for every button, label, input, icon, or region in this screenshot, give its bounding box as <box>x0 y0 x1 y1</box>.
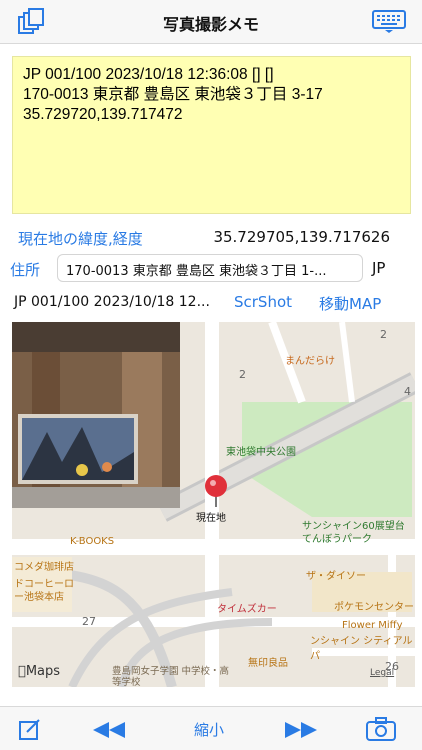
poi-park: 東池袋中央公園 <box>226 447 296 458</box>
compose-icon[interactable] <box>18 717 42 741</box>
poi-doutor: ドコーヒーロー池袋本店 <box>14 579 74 603</box>
poi-kbooks: K-BOOKS <box>70 536 115 547</box>
capture-info: JP 001/100 2023/10/18 12... <box>14 294 210 310</box>
map-number: 2 <box>380 328 387 341</box>
photo-image <box>12 322 180 508</box>
poi-sunshine: サンシャイン60展望台 てんぼうパーク <box>302 521 405 545</box>
keyboard-icon[interactable] <box>372 10 406 34</box>
poi-mandarake: まんだらけ <box>285 356 335 367</box>
poi-pokemon: ポケモンセンター <box>334 602 414 613</box>
poi-sunshine-city: ンシャイン シティアルパ <box>310 636 413 662</box>
camera-icon[interactable] <box>366 717 396 741</box>
map-number: 4 <box>404 385 411 398</box>
maps-brand: Maps <box>18 664 60 679</box>
poi-miffy: Flower Miffy <box>342 620 403 631</box>
bottom-toolbar: 縮小 <box>0 706 422 750</box>
legal-link[interactable]: Legal <box>370 668 394 678</box>
map-view[interactable]: 現在地 まんだらけ 東池袋中央公園 サンシャイン60展望台 てんぼうパーク ザ・… <box>12 322 415 687</box>
address-field[interactable]: 170-0013 東京都 豊島区 東池袋３丁目 1-... <box>57 254 363 282</box>
location-pin-icon[interactable] <box>203 474 229 508</box>
poi-daiso: ザ・ダイソー <box>306 571 366 582</box>
captured-photo[interactable] <box>12 322 180 508</box>
page-title: 写真撮影メモ <box>162 15 259 34</box>
location-value: 35.729705,139.717626 <box>213 228 390 246</box>
memo-text-area[interactable]: JP 001/100 2023/10/18 12:36:08 [] [] 170… <box>12 56 411 214</box>
screenshot-button[interactable]: ScrShot <box>234 293 292 311</box>
poi-mujirushi: 無印良品 <box>248 658 288 669</box>
fast-forward-icon[interactable] <box>284 721 318 739</box>
pin-label: 現在地 <box>196 513 226 524</box>
address-label[interactable]: 住所 <box>10 259 40 280</box>
poi-times: タイムズカー <box>217 604 277 615</box>
location-button[interactable]: 現在地の緯度,経度 <box>18 228 143 249</box>
move-map-button[interactable]: 移動MAP <box>319 293 381 314</box>
rewind-icon[interactable] <box>92 721 126 739</box>
poi-komeda: コメダ珈琲店 <box>14 562 74 573</box>
nav-bar: 写真撮影メモ <box>0 0 422 44</box>
country-code: JP <box>372 259 386 277</box>
map-number: 2 <box>239 368 246 381</box>
map-number: 27 <box>82 615 96 628</box>
zoom-out-button[interactable]: 縮小 <box>194 719 224 740</box>
poi-school: 豊島岡女子学園 中学校・高等学校 <box>112 666 230 687</box>
